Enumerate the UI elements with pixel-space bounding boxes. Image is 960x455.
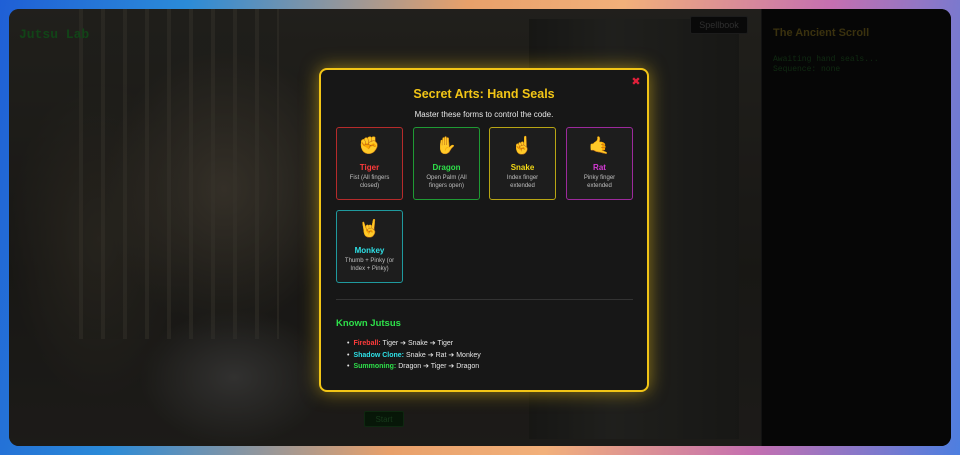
seal-name: Monkey [354, 246, 385, 255]
seal-card-rat: 🤙 Rat Pinky finger extended [566, 127, 633, 200]
seal-description: Index finger extended [506, 175, 539, 189]
seal-name: Rat [593, 163, 606, 172]
divider [336, 299, 633, 300]
seal-description: Open Palm (All fingers open) [426, 175, 467, 189]
seal-description: Thumb + Pinky (or Index + Pinky) [344, 258, 395, 272]
jutsu-sequence: Dragon ➔ Tiger ➔ Dragon [398, 363, 480, 370]
seal-description: Pinky finger extended [583, 175, 616, 189]
list-item: • Fireball: Tiger ➔ Snake ➔ Tiger [347, 338, 481, 350]
bullet-icon: • [347, 340, 350, 347]
jutsu-name: Shadow Clone: [353, 351, 405, 359]
close-icon[interactable]: ✖ [630, 76, 642, 88]
jutsu-list: • Fireball: Tiger ➔ Snake ➔ Tiger • Shadow… [347, 338, 481, 373]
seal-card-monkey: 🤘 Monkey Thumb + Pinky (or Index + Pinky… [336, 210, 403, 283]
list-item: • Shadow Clone: Snake ➔ Rat ➔ Monkey [347, 350, 481, 362]
modal-subtitle: Master these forms to control the code. [414, 110, 554, 119]
seal-name: Tiger [359, 163, 380, 172]
bullet-icon: • [347, 351, 350, 359]
seal-card-dragon: ✋ Dragon Open Palm (All fingers open) [413, 127, 480, 200]
call-me-hand-icon: 🤙 [588, 136, 611, 156]
bullet-icon: • [347, 363, 350, 370]
hand-seals-modal: Secret Arts: Hand Seals ✖ Master these f… [319, 68, 649, 392]
jutsu-name: Fireball: [353, 340, 381, 347]
open-palm-icon: ✋ [435, 136, 458, 156]
modal-title: Secret Arts: Hand Seals [413, 87, 555, 101]
jutsu-sequence: Tiger ➔ Snake ➔ Tiger [382, 340, 454, 347]
jutsu-sequence: Snake ➔ Rat ➔ Monkey [405, 351, 481, 359]
list-item: • Summoning: Dragon ➔ Tiger ➔ Dragon [347, 361, 481, 373]
fist-icon: ✊ [358, 136, 381, 156]
known-jutsus-heading: Known Jutsus [336, 318, 401, 329]
index-finger-icon: ☝️ [511, 136, 534, 156]
rock-hand-icon: 🤘 [358, 219, 381, 239]
seal-card-tiger: ✊ Tiger Fist (All fingers closed) [336, 127, 403, 200]
jutsu-name: Summoning: [353, 363, 397, 370]
seal-name: Snake [510, 163, 535, 172]
seal-description: Fist (All fingers closed) [349, 175, 390, 189]
seal-name: Dragon [432, 163, 461, 172]
seal-card-snake: ☝️ Snake Index finger extended [489, 127, 556, 200]
